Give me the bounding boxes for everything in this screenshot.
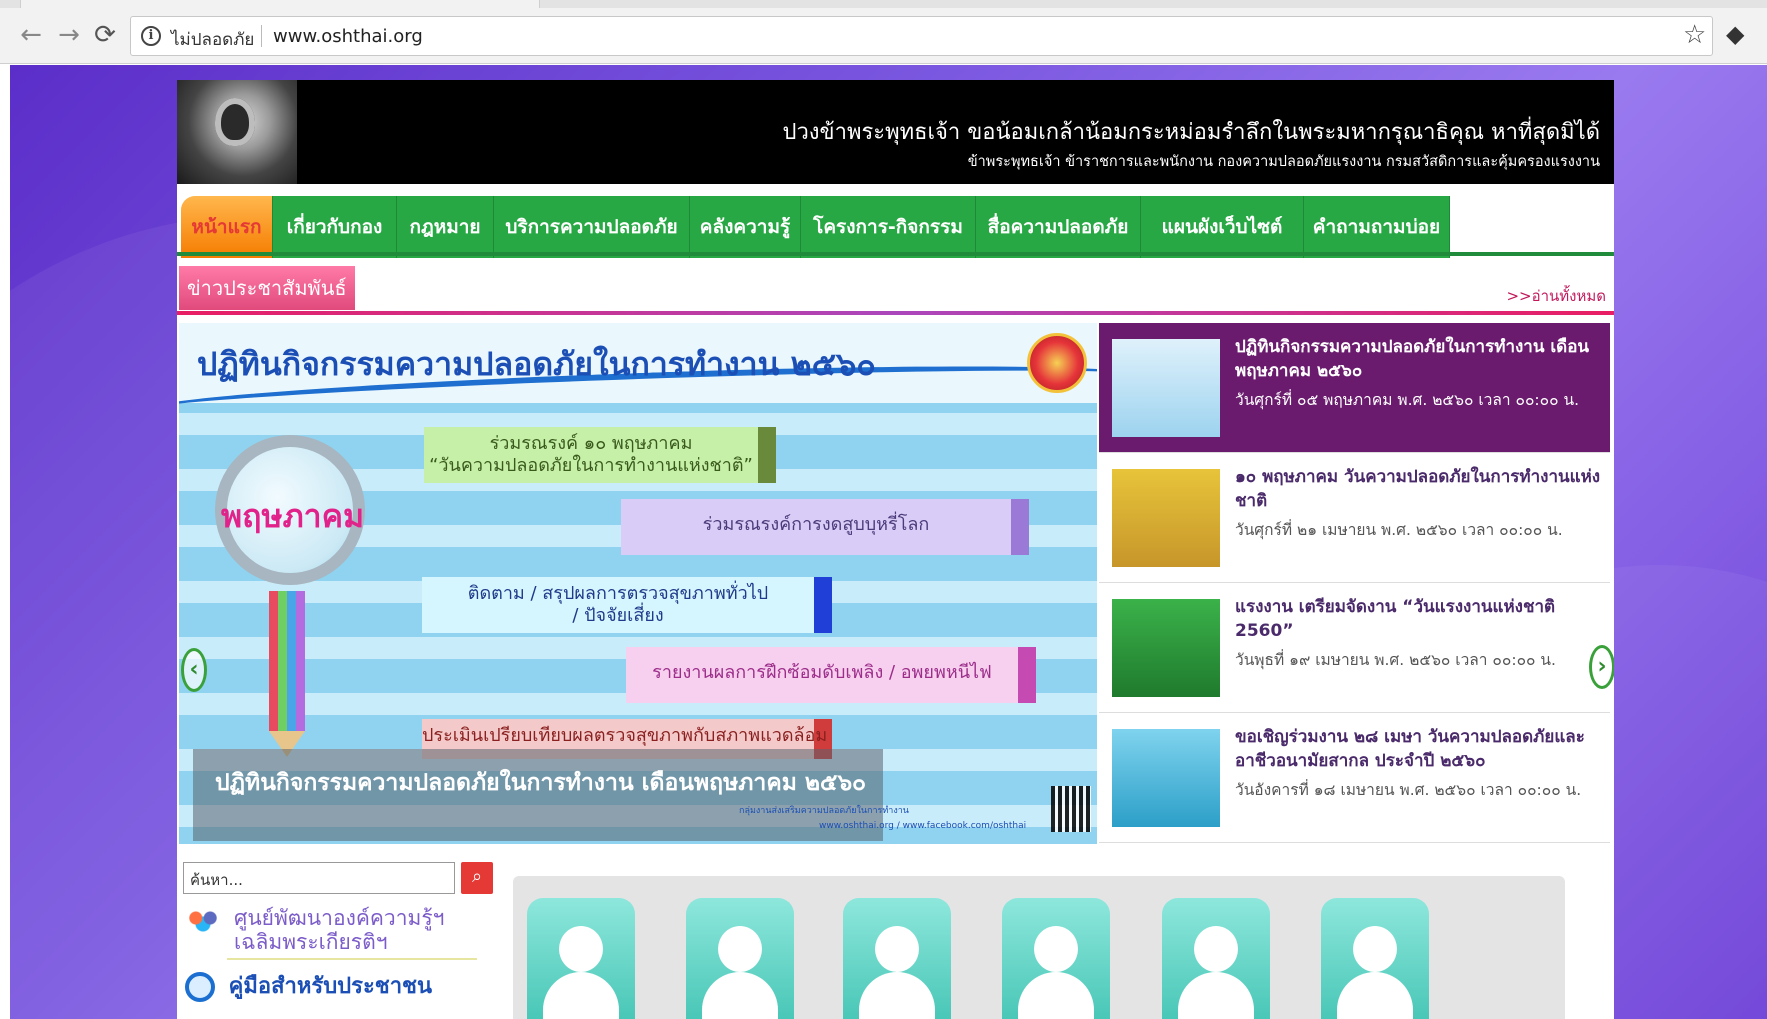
knowledge-center-label: ศูนย์พัฒนาองค์ความรู้ฯ เฉลิมพระเกียรติฯ bbox=[234, 906, 444, 954]
worker-head-icon bbox=[559, 926, 603, 972]
nav-home[interactable]: หน้าแรก bbox=[181, 196, 273, 258]
news-date: วันศุกร์ที่ ๐๕ พฤษภาคม พ.ศ. ๒๕๖๐ เวลา ๐๐… bbox=[1235, 391, 1580, 409]
knowledge-center-line1: ศูนย์พัฒนาองค์ความรู้ฯ bbox=[234, 906, 445, 930]
worker-card[interactable] bbox=[686, 898, 794, 1019]
header-tribute-line1: ปวงข้าพระพุทธเจ้า ขอน้อมเกล้าน้อมกระหม่อ… bbox=[782, 120, 1600, 145]
worker-card[interactable] bbox=[843, 898, 951, 1019]
worker-card[interactable] bbox=[1162, 898, 1270, 1019]
browser-toolbar: ← → ⟳ i ไม่ปลอดภัย www.oshthai.org ☆ ◆ bbox=[0, 0, 1767, 64]
info-icon[interactable]: i bbox=[141, 26, 161, 46]
slider-prev-icon[interactable]: ‹ bbox=[181, 648, 207, 692]
news-section-tag: ข่าวประชาสัมพันธ์ bbox=[179, 266, 355, 310]
manual-icon bbox=[185, 972, 215, 1002]
nav-safety-media[interactable]: สื่อความปลอดภัย bbox=[976, 196, 1141, 258]
news-title[interactable]: ๑๐ พฤษภาคม วันความปลอดภัยในการทำงานแห่งช… bbox=[1235, 465, 1605, 513]
worker-body-icon bbox=[543, 972, 619, 1019]
slide-title: ปฏิทินกิจกรรมความปลอดภัยในการทำงาน ๒๕๖๐ bbox=[197, 345, 876, 383]
news-item[interactable]: ๑๐ พฤษภาคม วันความปลอดภัยในการทำงานแห่งช… bbox=[1099, 453, 1610, 583]
banner-health-check-line1: ติดตาม / สรุปผลการตรวจสุขภาพทั่วไป bbox=[467, 583, 769, 604]
nav-faq[interactable]: คำถามถามบ่อย bbox=[1304, 196, 1450, 258]
worker-head-icon bbox=[718, 926, 762, 972]
worker-body-icon bbox=[1018, 972, 1094, 1019]
site-header: ปวงข้าพระพุทธเจ้า ขอน้อมเกล้าน้อมกระหม่อ… bbox=[177, 80, 1614, 184]
people-group-icon bbox=[185, 906, 221, 936]
king-portrait bbox=[177, 80, 297, 184]
news-thumbnail[interactable] bbox=[1112, 599, 1220, 697]
slide-footer-org: กลุ่มงานส่งเสริมความปลอดภัยในการทำงาน bbox=[739, 806, 909, 816]
banner-safety-day-line1: ร่วมรณรงค์ ๑๐ พฤษภาคม bbox=[489, 433, 693, 454]
worker-body-icon bbox=[1337, 972, 1413, 1019]
slide-footer-url: www.oshthai.org / www.facebook.com/oshth… bbox=[819, 821, 1027, 831]
news-title[interactable]: ปฏิทินกิจกรรมความปลอดภัยในการทำงาน เดือน… bbox=[1235, 335, 1605, 383]
worker-category-panel bbox=[513, 876, 1565, 1019]
star-icon[interactable]: ☆ bbox=[1683, 20, 1706, 50]
news-item[interactable]: แรงงาน เตรียมจัดงาน “วันแรงงานแห่งชาติ 2… bbox=[1099, 583, 1610, 713]
url-text[interactable]: www.oshthai.org bbox=[273, 26, 423, 47]
news-date: วันศุกร์ที่ ๒๑ เมษายน พ.ศ. ๒๕๖๐ เวลา ๐๐:… bbox=[1235, 521, 1563, 539]
pencil-icon bbox=[269, 591, 305, 731]
worker-body-icon bbox=[702, 972, 778, 1019]
knowledge-center-line2: เฉลิมพระเกียรติฯ bbox=[234, 930, 388, 954]
nav-law[interactable]: กฎหมาย bbox=[397, 196, 494, 258]
read-all-link[interactable]: >>อ่านทั้งหมด bbox=[1506, 284, 1606, 308]
news-thumbnail[interactable] bbox=[1112, 469, 1220, 567]
magnifier-month: พฤษภาคม bbox=[221, 497, 365, 535]
citizen-manual-label: คู่มือสำหรับประชาชน bbox=[228, 974, 433, 999]
nav-bottom-rule bbox=[177, 252, 1614, 256]
header-tribute-line2: ข้าพระพุทธเจ้า ข้าราชการและพนักงาน กองคว… bbox=[967, 154, 1600, 170]
worker-card[interactable] bbox=[1002, 898, 1110, 1019]
news-thumbnail[interactable] bbox=[1112, 339, 1220, 437]
news-title[interactable]: แรงงาน เตรียมจัดงาน “วันแรงงานแห่งชาติ 2… bbox=[1235, 595, 1605, 643]
main-navigation: หน้าแรก เกี่ยวกับกอง กฎหมาย บริการความปล… bbox=[177, 184, 1614, 258]
slider-next-icon[interactable]: › bbox=[1589, 645, 1614, 689]
security-label[interactable]: ไม่ปลอดภัย bbox=[171, 26, 254, 53]
qr-code-icon bbox=[1051, 786, 1091, 832]
nav-safety-service[interactable]: บริการความปลอดภัย bbox=[494, 196, 690, 258]
website-container: ปวงข้าพระพุทธเจ้า ขอน้อมเกล้าน้อมกระหม่อ… bbox=[177, 80, 1614, 1019]
nav-sitemap[interactable]: แผนผังเว็บไซต์ bbox=[1141, 196, 1304, 258]
nav-knowledge[interactable]: คลังความรู้ bbox=[690, 196, 801, 258]
banner-safety-day: ร่วมรณรงค์ ๑๐ พฤษภาคม “วันความปลอดภัยในก… bbox=[424, 427, 776, 483]
tab-strip bbox=[0, 0, 1767, 8]
news-section-rule bbox=[177, 311, 1614, 315]
news-thumbnail[interactable] bbox=[1112, 729, 1220, 827]
extension-icon[interactable]: ◆ bbox=[1726, 20, 1744, 48]
citizen-manual-link[interactable]: คู่มือสำหรับประชาชน bbox=[185, 968, 432, 1003]
active-tab[interactable] bbox=[20, 0, 540, 8]
forward-icon[interactable]: → bbox=[56, 22, 82, 48]
worker-body-icon bbox=[1178, 972, 1254, 1019]
nav-projects[interactable]: โครงการ-กิจกรรม bbox=[801, 196, 976, 258]
back-icon[interactable]: ← bbox=[18, 22, 44, 48]
banner-no-smoking: ร่วมรณรงค์การงดสูบบุหรี่โลก bbox=[621, 499, 1029, 555]
slide-caption[interactable]: ปฏิทินกิจกรรมความปลอดภัยในการทำงาน เดือน… bbox=[215, 765, 866, 801]
news-title[interactable]: ขอเชิญร่วมงาน ๒๘ เมษา วันความปลอดภัยและอ… bbox=[1235, 725, 1605, 773]
department-seal-icon bbox=[1027, 333, 1087, 393]
knowledge-center-link[interactable]: ศูนย์พัฒนาองค์ความรู้ฯ เฉลิมพระเกียรติฯ bbox=[185, 906, 444, 954]
worker-head-icon bbox=[875, 926, 919, 972]
news-date: วันพุธที่ ๑๙ เมษายน พ.ศ. ๒๕๖๐ เวลา ๐๐:๐๐… bbox=[1235, 651, 1556, 669]
banner-fire-drill: รายงานผลการฝึกซ้อมดับเพลิง / อพยพหนีไฟ bbox=[626, 647, 1036, 703]
address-separator bbox=[261, 25, 262, 47]
banner-health-check-line2: / ปัจจัยเสี่ยง bbox=[572, 605, 664, 626]
featured-slider[interactable]: ปฏิทินกิจกรรมความปลอดภัยในการทำงาน ๒๕๖๐ … bbox=[179, 323, 1097, 844]
address-bar[interactable]: i ไม่ปลอดภัย www.oshthai.org bbox=[130, 16, 1713, 56]
banner-safety-day-line2: “วันความปลอดภัยในการทำงานแห่งชาติ” bbox=[429, 455, 753, 476]
worker-head-icon bbox=[1194, 926, 1238, 972]
news-item[interactable]: ปฏิทินกิจกรรมความปลอดภัยในการทำงาน เดือน… bbox=[1099, 323, 1610, 453]
nav-about[interactable]: เกี่ยวกับกอง bbox=[273, 196, 397, 258]
worker-head-icon bbox=[1034, 926, 1078, 972]
reload-icon[interactable]: ⟳ bbox=[92, 22, 118, 48]
worker-card[interactable] bbox=[1321, 898, 1429, 1019]
worker-body-icon bbox=[859, 972, 935, 1019]
worker-head-icon bbox=[1353, 926, 1397, 972]
worker-card[interactable] bbox=[527, 898, 635, 1019]
banner-health-check: ติดตาม / สรุปผลการตรวจสุขภาพทั่วไป / ปัจ… bbox=[422, 577, 832, 633]
search-input[interactable]: ค้นหา... bbox=[183, 862, 455, 894]
sidebar-divider bbox=[227, 958, 477, 960]
news-date: วันอังคารที่ ๑๘ เมษายน พ.ศ. ๒๕๖๐ เวลา ๐๐… bbox=[1235, 781, 1582, 799]
news-list: ปฏิทินกิจกรรมความปลอดภัยในการทำงาน เดือน… bbox=[1099, 323, 1610, 844]
news-item[interactable]: ขอเชิญร่วมงาน ๒๘ เมษา วันความปลอดภัยและอ… bbox=[1099, 713, 1610, 843]
search-icon[interactable]: ⌕ bbox=[461, 862, 493, 894]
